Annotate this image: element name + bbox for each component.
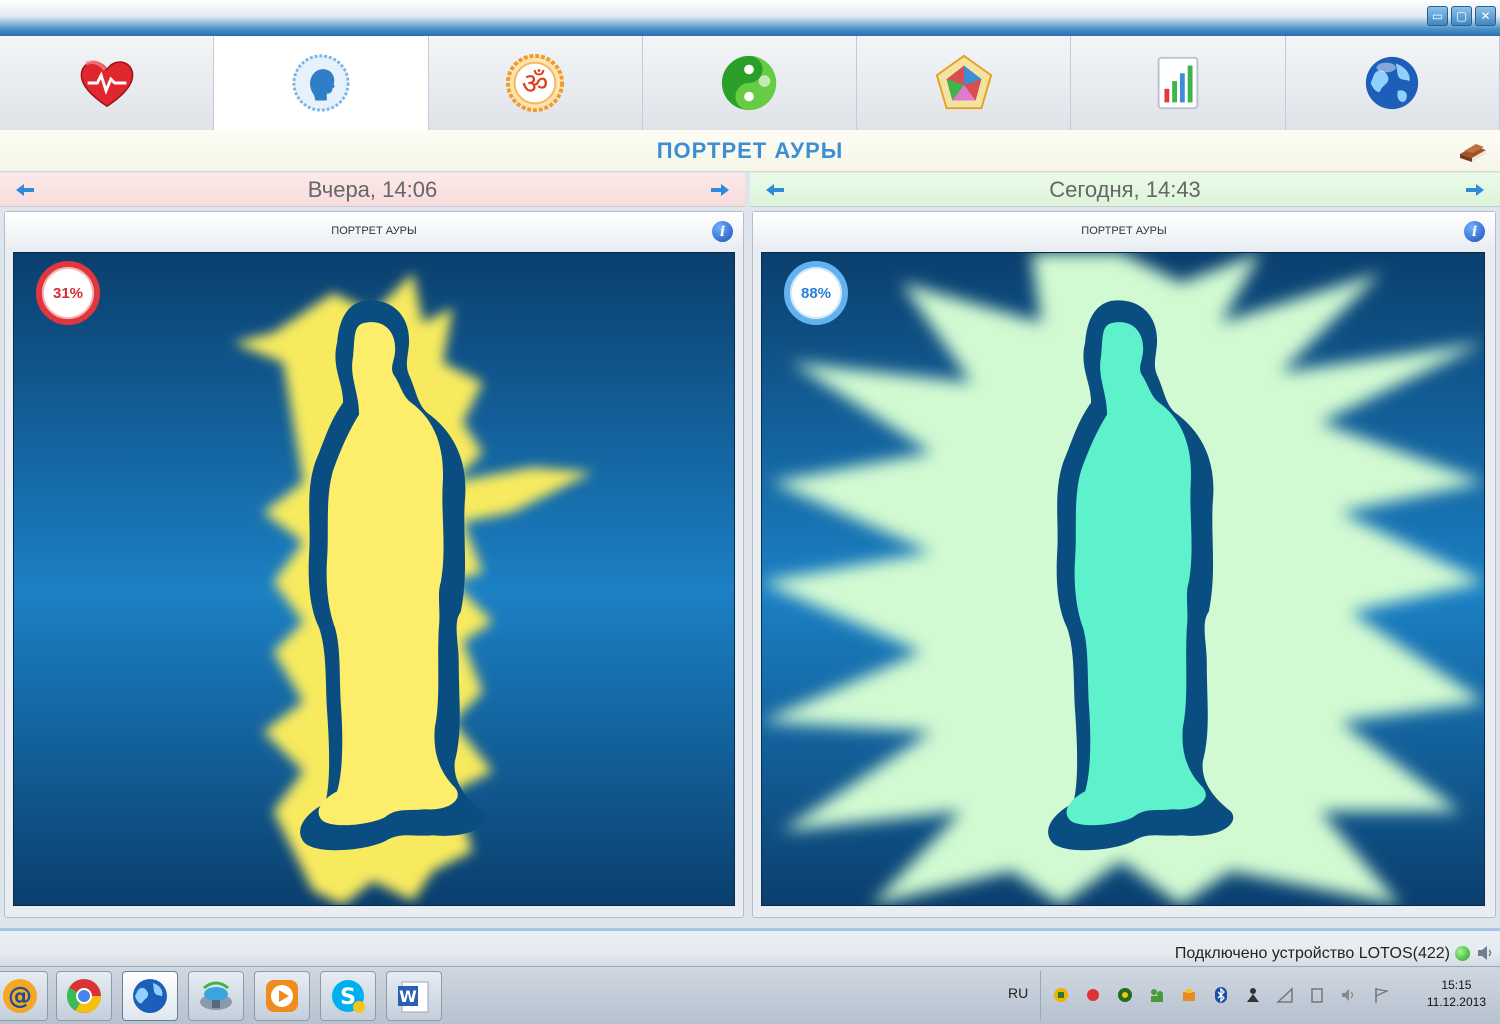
prev-arrow-icon[interactable]: [764, 182, 786, 198]
main-toolbar: ॐ: [0, 36, 1500, 130]
tab-yin-yang[interactable]: [642, 36, 858, 130]
svg-text:ॐ: ॐ: [522, 67, 549, 101]
next-arrow-icon[interactable]: [709, 182, 731, 198]
aura-image: 88%: [761, 252, 1485, 906]
yin-yang-icon: [722, 55, 777, 111]
taskbar-aura-app[interactable]: [122, 971, 178, 1021]
left-date-label: Вчера, 14:06: [307, 176, 438, 202]
globe-app-icon: [133, 979, 167, 1013]
tray-volume-icon[interactable]: [1340, 986, 1358, 1004]
aura-percent-badge: 31%: [36, 261, 100, 325]
window-titlebar: ▭ ▢ ✕: [0, 0, 1500, 36]
clock-date: 11.12.2013: [1426, 995, 1486, 1009]
taskbar-media-app[interactable]: [254, 971, 310, 1021]
taskbar-word-app[interactable]: W: [386, 971, 442, 1021]
connection-indicator-icon: [1455, 946, 1470, 961]
next-arrow-icon[interactable]: [1464, 182, 1486, 198]
tab-aura-portrait[interactable]: [214, 36, 429, 130]
tray-clipboard-icon[interactable]: [1308, 986, 1326, 1004]
right-date-label: Сегодня, 14:43: [1049, 176, 1201, 202]
tab-globe[interactable]: [1285, 36, 1500, 130]
close-button[interactable]: ✕: [1475, 6, 1496, 26]
tab-om[interactable]: ॐ: [428, 36, 643, 130]
tray-flag-icon[interactable]: [1372, 986, 1390, 1004]
prev-arrow-icon[interactable]: [14, 182, 36, 198]
globe-icon: [1366, 56, 1419, 110]
tray-network-icon[interactable]: [1116, 986, 1134, 1004]
skype-icon: S: [332, 980, 365, 1013]
aura-illustration: [762, 253, 1484, 905]
tray-shield-icon[interactable]: [1052, 986, 1070, 1004]
status-bar: Подключено устройство LOTOS(422): [0, 928, 1500, 966]
panel-header: ПОРТРЕТ АУРЫ i: [753, 212, 1495, 250]
heart-pulse-icon: [80, 60, 133, 108]
taskbar-skype-app[interactable]: S: [320, 971, 376, 1021]
clock-time: 15:15: [1441, 978, 1472, 992]
tray-signal-icon[interactable]: [1276, 986, 1294, 1004]
language-indicator[interactable]: RU: [1008, 985, 1028, 1001]
right-date-nav: Сегодня, 14:43: [750, 173, 1500, 207]
page-title: ПОРТРЕТ АУРЫ: [656, 138, 844, 163]
speaker-icon[interactable]: [1476, 944, 1494, 962]
mail-at-icon: @: [3, 979, 37, 1013]
taskbar-chrome-app[interactable]: [56, 971, 112, 1021]
tab-statistics[interactable]: [1071, 36, 1286, 130]
taskbar-network-app[interactable]: [188, 971, 244, 1021]
pentagon-chart-icon: [935, 54, 993, 110]
svg-text:@: @: [8, 982, 32, 1010]
bar-chart-icon: [1157, 56, 1199, 110]
left-date-nav: Вчера, 14:06: [0, 173, 745, 207]
tab-heart[interactable]: [0, 36, 215, 130]
word-icon: W: [398, 981, 429, 1013]
tab-pentagon[interactable]: [857, 36, 1072, 130]
tray-antivirus-icon[interactable]: [1084, 986, 1102, 1004]
panel-header: ПОРТРЕТ АУРЫ i: [5, 212, 743, 250]
panel-title: ПОРТРЕТ АУРЫ: [1081, 225, 1167, 237]
taskbar-mail-app[interactable]: @: [0, 971, 48, 1021]
window-controls: ▭ ▢ ✕: [1427, 6, 1496, 26]
device-status-text: Подключено устройство LOTOS(422): [1174, 945, 1450, 962]
head-profile-icon: [292, 54, 350, 112]
system-clock[interactable]: 15:15 11.12.2013: [1427, 977, 1486, 1011]
info-icon[interactable]: i: [712, 221, 733, 242]
page-header: ПОРТРЕТ АУРЫ: [0, 130, 1500, 172]
tray-users-icon[interactable]: [1148, 986, 1166, 1004]
aura-image: 31%: [13, 252, 735, 906]
book-icon[interactable]: [1458, 138, 1488, 164]
minimize-button[interactable]: ▭: [1427, 6, 1448, 26]
tray-bluetooth-icon[interactable]: [1212, 986, 1230, 1004]
right-aura-panel: ПОРТРЕТ АУРЫ i 88%: [752, 211, 1496, 918]
taskbar: @ S W RU 15:15 11.12.2013: [0, 966, 1500, 1024]
maximize-button[interactable]: ▢: [1451, 6, 1472, 26]
aura-illustration: [14, 253, 734, 905]
aura-percent-badge: 88%: [784, 261, 848, 325]
tray-person-icon[interactable]: [1244, 986, 1262, 1004]
panel-title: ПОРТРЕТ АУРЫ: [331, 225, 417, 237]
tray-box-icon[interactable]: [1180, 986, 1198, 1004]
om-symbol-icon: ॐ: [506, 53, 565, 113]
chrome-icon: [67, 979, 101, 1013]
info-icon[interactable]: i: [1464, 221, 1485, 242]
network-device-icon: [200, 981, 232, 1010]
svg-text:W: W: [399, 987, 417, 1006]
media-player-icon: [266, 980, 298, 1012]
left-aura-panel: ПОРТРЕТ АУРЫ i 31%: [4, 211, 744, 918]
